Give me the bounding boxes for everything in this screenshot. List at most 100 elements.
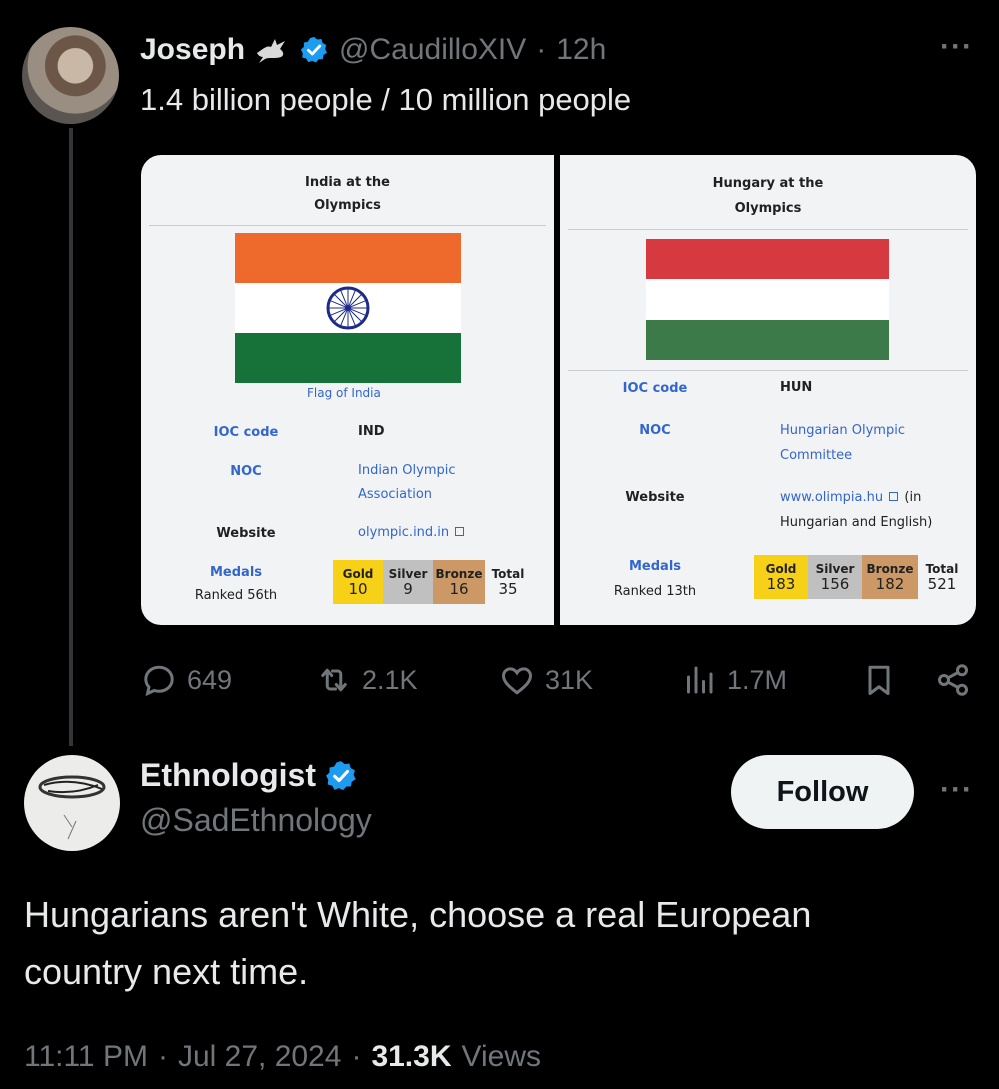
noc-label[interactable]: NOC [191,464,301,479]
tweet2-text-line2: country next time. [24,951,309,992]
divider [149,225,546,226]
india-title-line1: India at the [305,175,390,190]
views-button[interactable]: 1.7M [681,655,787,705]
like-button[interactable]: 31K [499,655,593,705]
more-options-icon[interactable]: ··· [940,30,973,64]
total-cell: Total 521 [918,555,966,599]
author-handle[interactable]: @SadEthnology [140,802,372,839]
dot-separator: · [536,33,547,66]
ioc-code-value: IND [358,424,385,439]
silver-count: 156 [820,575,850,593]
repost-button[interactable]: 2.1K [316,655,418,705]
india-title-line2: Olympics [314,198,381,213]
tweet1-text: 1.4 billion people / 10 million people [140,82,632,117]
share-icon [938,664,968,696]
repost-icon [321,668,347,692]
bronze-cell: Bronze 16 [433,560,485,604]
bronze-count: 182 [875,575,905,593]
ranked-text: Ranked 56th [194,588,278,603]
verified-badge-icon [326,760,356,790]
medals-label[interactable]: Medals [181,565,291,580]
silver-cell: Silver 156 [808,555,862,599]
avatar-sketch-image [38,775,106,840]
flag-of-india-image [235,233,461,383]
silver-cell: Silver 9 [383,560,433,604]
india-infobox[interactable]: India at the Olympics Flag of India IOC … [141,155,554,625]
reply-count: 649 [187,664,233,695]
tweet-time[interactable]: 11:11 PM [24,1040,148,1074]
bookmark-button[interactable] [861,655,897,705]
ranked-text: Ranked 13th [613,584,697,599]
ioc-code-value: HUN [780,380,813,395]
avatar-joseph[interactable] [22,27,119,124]
hungary-title-line2: Olympics [734,201,802,216]
hungary-infobox[interactable]: Hungary at the Olympics IOC code HUN NOC… [560,155,976,625]
flag-caption[interactable]: Flag of India [307,386,381,400]
total-cell: Total 35 [485,560,531,604]
website-line2: Hungarian and English) [780,515,933,530]
noc-value-line1[interactable]: Indian Olympic [358,459,456,483]
heart-icon [501,667,533,695]
like-count: 31K [545,664,594,695]
medal-table: Gold 183 Silver 156 Bronze 182 Total 521 [754,555,966,599]
bronze-count: 16 [449,580,469,598]
total-count: 521 [927,575,957,593]
reply-button[interactable]: 649 [141,655,232,705]
ioc-code-label[interactable]: IOC code [600,381,710,396]
dove-icon [257,39,286,63]
gold-cell: Gold 10 [333,560,383,604]
thread-connector-line [69,128,73,746]
medal-table: Gold 10 Silver 9 Bronze 16 Total 35 [333,560,531,604]
share-button[interactable] [935,655,971,705]
dot-separator: · [157,1040,168,1073]
more-options-icon[interactable]: ··· [940,773,973,807]
website-value[interactable]: www.olimpia.hu [780,490,883,505]
author-name[interactable]: Ethnologist [140,757,316,794]
tweet1-header: Joseph @CaudilloXIV · 12h [140,30,606,70]
website-line1: www.olimpia.hu (in [780,486,921,510]
tweet-metadata: 11:11 PM · Jul 27, 2024 · 31.3K Views [24,1040,541,1074]
medals-label[interactable]: Medals [600,559,710,574]
website-link[interactable]: olympic.ind.in [358,521,465,545]
views-label: Views [461,1040,541,1073]
divider [568,229,968,230]
noc-value-line2[interactable]: Committee [780,444,852,468]
author-name-row: Ethnologist [140,757,372,794]
tweet-time[interactable]: 12h [556,33,606,67]
tweet-action-bar: 649 2.1K 31K 1.7M [141,655,981,705]
noc-value-line1[interactable]: Hungarian Olympic [780,419,905,443]
noc-label[interactable]: NOC [600,423,710,438]
tweet2-text-line1: Hungarians aren't White, choose a real E… [24,894,812,935]
author-handle[interactable]: @CaudilloXIV [339,33,526,67]
website-label: Website [625,490,685,505]
dot-separator: · [351,1040,362,1073]
repost-count: 2.1K [362,664,418,695]
external-link-icon [455,527,465,536]
avatar-ethnologist[interactable] [24,755,120,851]
tweet2-header: Ethnologist @SadEthnology [140,757,372,839]
total-count: 35 [498,580,518,598]
noc-value-line2[interactable]: Association [358,483,432,507]
external-link-icon [889,492,899,501]
website-label: Website [216,526,276,541]
gold-cell: Gold 183 [754,555,808,599]
gold-count: 10 [348,580,368,598]
follow-button[interactable]: Follow [731,755,914,829]
divider [568,370,968,371]
reply-icon [144,665,174,697]
tweet-date[interactable]: Jul 27, 2024 [178,1040,341,1074]
hungary-title-line1: Hungary at the [712,176,824,191]
views-total: 31.3K [371,1040,452,1073]
author-name[interactable]: Joseph [140,33,245,67]
flag-of-hungary-image [646,239,889,360]
website-language-note: (in [904,490,922,505]
website-value[interactable]: olympic.ind.in [358,525,449,540]
ioc-code-label[interactable]: IOC code [191,425,301,440]
gold-count: 183 [766,575,796,593]
silver-count: 9 [403,580,413,598]
bookmark-icon [868,665,890,695]
bronze-cell: Bronze 182 [862,555,918,599]
tweet2-text: Hungarians aren't White, choose a real E… [24,886,974,1000]
tweet-media[interactable]: India at the Olympics Flag of India IOC … [141,155,976,625]
views-count: 1.7M [727,664,788,695]
